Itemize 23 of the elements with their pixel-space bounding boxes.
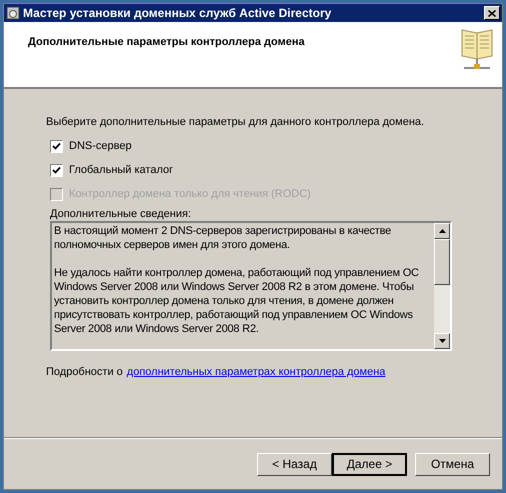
page-heading: Дополнительные параметры контроллера домена [28,35,305,50]
details-link[interactable]: дополнительных параметрах контроллера домена [126,364,386,380]
checkmark-icon [52,142,61,150]
details-text-area[interactable] [50,221,452,351]
app-icon [6,6,20,20]
scroll-thumb[interactable] [434,239,450,285]
details-paragraph: В настоящий момент 2 DNS-серверов зарегистрированы в качестве полномочных серверов имен для этого домена. [54,224,392,252]
checkmark-icon [52,166,61,174]
wizard-button[interactable]: < Назад [257,452,332,476]
scrollbar[interactable] [434,223,450,349]
checkbox-option[interactable]: Глобальный каталог [50,158,452,182]
details-label: Дополнительные сведения: [49,207,192,220]
details-paragraph: Не удалось найти контроллер домена, работающий под управлением ОС Windows Server 2008 или Windows Server 2008 R2 в этом домене. Чтобы установить контроллер домена только для чтения, в домене должен присутствовать контроллер, работающий под управлением ОС Windows Server 2008 или Windows Server 2008 R2. [54,266,420,336]
checkbox-option[interactable]: DNS-сервер [50,134,452,158]
close-icon [488,10,496,16]
prompt-text: Выберите дополнительные параметры для данного контроллера домена. [46,115,426,130]
wizard-button[interactable]: Далее > [332,452,407,476]
window-title: Мастер установки доменных служб Active Directory [23,5,332,22]
scroll-down-icon[interactable] [434,333,450,349]
details-prefix-text: Подробности о [46,365,123,380]
close-button[interactable] [484,6,500,20]
scroll-up-icon[interactable] [434,223,450,239]
wizard-button[interactable]: Отмена [415,452,490,476]
